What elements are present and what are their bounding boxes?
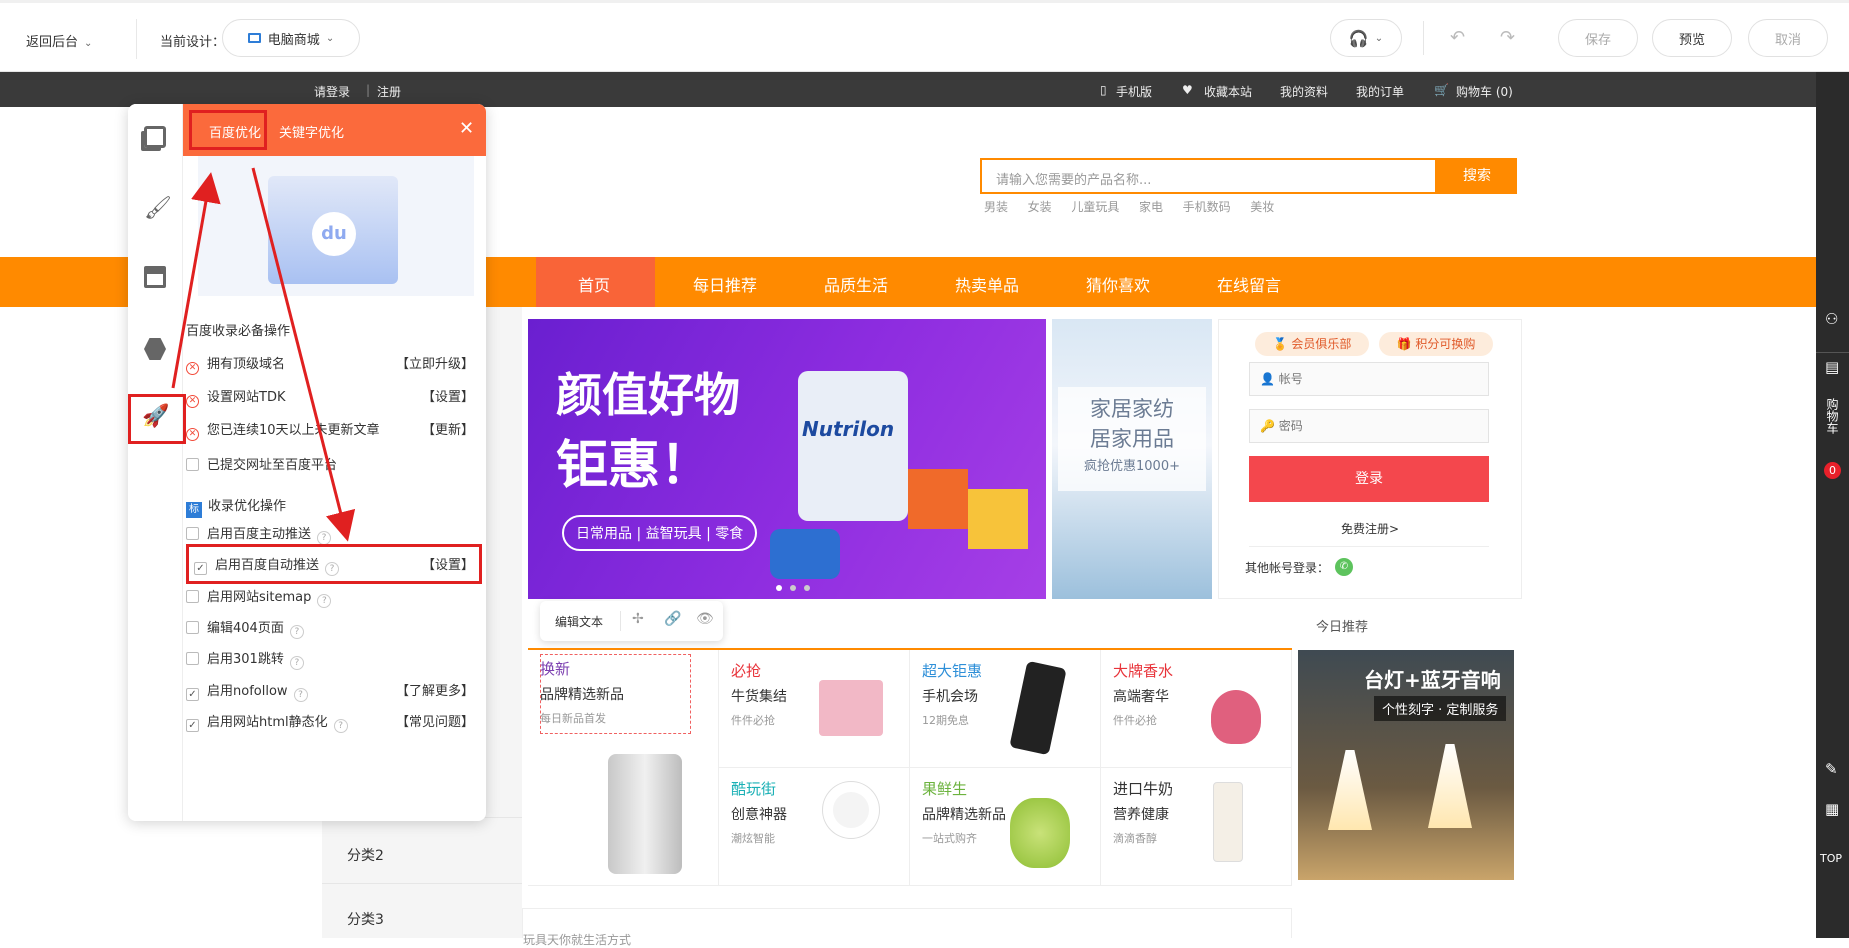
arrow-to-tab bbox=[171, 172, 221, 389]
arrow-to-option bbox=[251, 167, 356, 542]
annotation-arrows bbox=[171, 167, 356, 542]
